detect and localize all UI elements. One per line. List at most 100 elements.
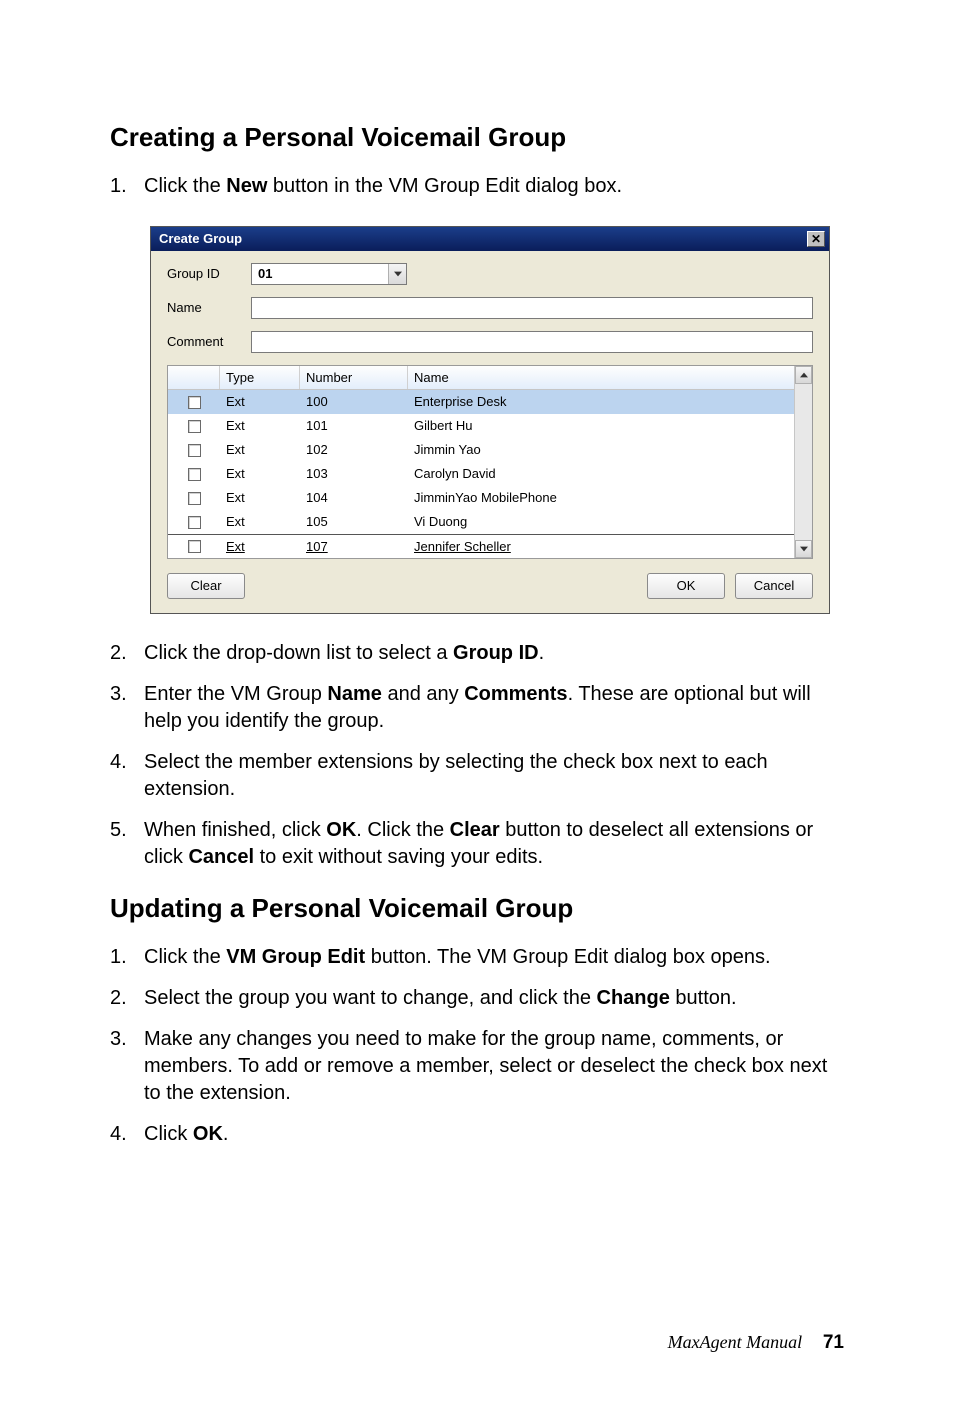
text: Click the: [144, 175, 226, 197]
cell-name: Gilbert Hu: [408, 417, 794, 435]
step-text: Click OK.: [144, 1121, 844, 1148]
text: When finished, click: [144, 819, 326, 841]
row-checkbox[interactable]: [188, 420, 201, 433]
bold-text: OK: [326, 819, 356, 841]
row-checkbox[interactable]: [188, 492, 201, 505]
cell-type: Ext: [220, 393, 300, 411]
clear-button[interactable]: Clear: [167, 573, 245, 599]
cell-number: 104: [300, 489, 408, 507]
step-text: Select the member extensions by selectin…: [144, 749, 844, 803]
step-number: 5.: [110, 817, 144, 871]
cell-number: 102: [300, 441, 408, 459]
close-icon[interactable]: ✕: [807, 231, 825, 247]
table-row[interactable]: Ext107Jennifer Scheller: [168, 534, 794, 558]
col-type[interactable]: Type: [220, 366, 300, 389]
col-number[interactable]: Number: [300, 366, 408, 389]
group-id-dropdown[interactable]: 01: [251, 263, 407, 285]
name-field[interactable]: [251, 297, 813, 319]
ok-button[interactable]: OK: [647, 573, 725, 599]
cell-number: 101: [300, 417, 408, 435]
text: and any: [382, 683, 464, 705]
text: button. The VM Group Edit dialog box ope…: [365, 946, 770, 968]
scroll-up-icon[interactable]: [795, 366, 812, 384]
cell-name: Jennifer Scheller: [408, 538, 794, 556]
bold-text: Name: [327, 683, 381, 705]
text: Click: [144, 1123, 193, 1145]
text: to exit without saving your edits.: [254, 846, 543, 868]
page-number: 71: [823, 1332, 844, 1353]
cell-type: Ext: [220, 465, 300, 483]
cell-name: Jimmin Yao: [408, 441, 794, 459]
comment-field[interactable]: [251, 331, 813, 353]
manual-title: MaxAgent Manual: [668, 1332, 802, 1352]
cell-number: 103: [300, 465, 408, 483]
step-number: 1.: [110, 173, 144, 200]
step-number: 3.: [110, 1026, 144, 1107]
row-checkbox[interactable]: [188, 540, 201, 553]
row-checkbox[interactable]: [188, 468, 201, 481]
chevron-down-icon[interactable]: [388, 264, 406, 284]
table-row[interactable]: Ext105Vi Duong: [168, 510, 794, 534]
scroll-down-icon[interactable]: [795, 540, 812, 558]
cell-type: Ext: [220, 489, 300, 507]
group-id-value: 01: [252, 265, 388, 283]
step-number: 2.: [110, 640, 144, 667]
bold-text: New: [226, 175, 267, 197]
text: Select the group you want to change, and…: [144, 987, 597, 1009]
cancel-button[interactable]: Cancel: [735, 573, 813, 599]
cell-number: 107: [300, 538, 408, 556]
step-number: 2.: [110, 985, 144, 1012]
bold-text: OK: [193, 1123, 223, 1145]
step-number: 4.: [110, 749, 144, 803]
cell-type: Ext: [220, 441, 300, 459]
scrollbar[interactable]: [794, 366, 812, 558]
text: Click the drop-down list to select a: [144, 642, 453, 664]
text: Enter the VM Group: [144, 683, 327, 705]
cell-number: 105: [300, 513, 408, 531]
cell-type: Ext: [220, 417, 300, 435]
text: button in the VM Group Edit dialog box.: [267, 175, 622, 197]
step-text: Enter the VM Group Name and any Comments…: [144, 681, 844, 735]
cell-name: JimminYao MobilePhone: [408, 489, 794, 507]
step-number: 1.: [110, 944, 144, 971]
steps-update: 1. Click the VM Group Edit button. The V…: [110, 944, 844, 1148]
comment-label: Comment: [167, 333, 251, 351]
table-row[interactable]: Ext104JimminYao MobilePhone: [168, 486, 794, 510]
steps-create: 1. Click the New button in the VM Group …: [110, 173, 844, 200]
step-text: Select the group you want to change, and…: [144, 985, 844, 1012]
table-row[interactable]: Ext103Carolyn David: [168, 462, 794, 486]
bold-text: VM Group Edit: [226, 946, 365, 968]
row-checkbox[interactable]: [188, 444, 201, 457]
step-number: 4.: [110, 1121, 144, 1148]
bold-text: Group ID: [453, 642, 539, 664]
table-row[interactable]: Ext100Enterprise Desk: [168, 390, 794, 414]
cell-type: Ext: [220, 513, 300, 531]
cell-name: Vi Duong: [408, 513, 794, 531]
cell-name: Carolyn David: [408, 465, 794, 483]
bold-text: Comments: [464, 683, 567, 705]
step-text: When finished, click OK. Click the Clear…: [144, 817, 844, 871]
table-row[interactable]: Ext101Gilbert Hu: [168, 414, 794, 438]
text: .: [223, 1123, 229, 1145]
name-label: Name: [167, 299, 251, 317]
row-checkbox[interactable]: [188, 516, 201, 529]
col-name[interactable]: Name: [408, 366, 794, 389]
table-row[interactable]: Ext102Jimmin Yao: [168, 438, 794, 462]
step-text: Click the drop-down list to select a Gro…: [144, 640, 844, 667]
group-id-label: Group ID: [167, 265, 251, 283]
table-header: Type Number Name: [168, 366, 794, 390]
step-text: Click the New button in the VM Group Edi…: [144, 173, 844, 200]
row-checkbox[interactable]: [188, 396, 201, 409]
cell-number: 100: [300, 393, 408, 411]
step-text: Click the VM Group Edit button. The VM G…: [144, 944, 844, 971]
cell-name: Enterprise Desk: [408, 393, 794, 411]
dialog-titlebar: Create Group ✕: [151, 227, 829, 251]
bold-text: Change: [597, 987, 670, 1009]
step-text: Make any changes you need to make for th…: [144, 1026, 844, 1107]
dialog-screenshot: Create Group ✕ Group ID 01 Name: [150, 226, 844, 614]
page-footer: MaxAgent Manual 71: [668, 1330, 844, 1356]
create-group-dialog: Create Group ✕ Group ID 01 Name: [150, 226, 830, 614]
section-heading-update: Updating a Personal Voicemail Group: [110, 891, 844, 926]
extensions-table: Type Number Name Ext100Enterprise DeskEx…: [167, 365, 813, 559]
steps-create-cont: 2. Click the drop-down list to select a …: [110, 640, 844, 871]
